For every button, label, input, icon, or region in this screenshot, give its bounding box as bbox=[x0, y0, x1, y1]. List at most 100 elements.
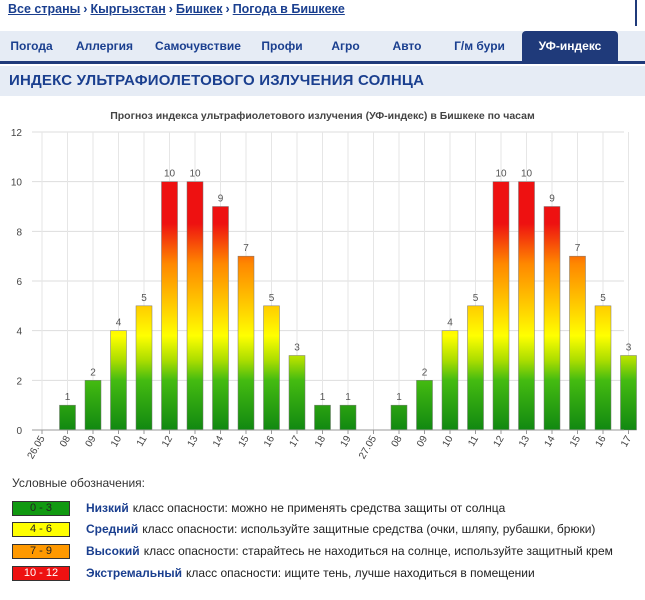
legend-level-name: Низкий bbox=[86, 501, 129, 515]
section-title: ИНДЕКС УЛЬТРАФИОЛЕТОВОГО ИЗЛУЧЕНИЯ СОЛНЦ… bbox=[0, 66, 645, 96]
x-tick-label: 10 bbox=[109, 434, 124, 450]
y-tick-label: 10 bbox=[11, 178, 23, 189]
bar-data-label: 7 bbox=[575, 243, 581, 254]
bar-data-label: 2 bbox=[422, 367, 428, 378]
tab-agro[interactable]: Агро bbox=[314, 31, 377, 61]
uv-bar bbox=[390, 404, 408, 431]
tab-weather[interactable]: Погода bbox=[0, 31, 63, 61]
breadcrumb-separator: › bbox=[83, 2, 88, 16]
breadcrumb-link-city-weather[interactable]: Погода в Бишкеке bbox=[233, 2, 345, 16]
x-tick-label: 26.05 bbox=[26, 434, 48, 462]
tab-auto[interactable]: Авто bbox=[377, 31, 437, 61]
uv-bar bbox=[84, 380, 102, 431]
y-tick-label: 12 bbox=[11, 128, 23, 139]
breadcrumb: Все страны › Кыргызстан › Бишкек › Погода в Би… bbox=[8, 2, 345, 18]
x-tick-label: 14 bbox=[543, 434, 558, 450]
uv-bar bbox=[110, 330, 127, 431]
uv-bar bbox=[135, 305, 153, 431]
x-tick-label: 16 bbox=[594, 434, 609, 450]
bar-data-label: 7 bbox=[243, 243, 249, 254]
bar-data-label: 5 bbox=[473, 293, 479, 304]
uv-bar bbox=[416, 380, 433, 431]
x-tick-label: 10 bbox=[441, 434, 456, 450]
legend-level-name: Экстремальный bbox=[86, 566, 183, 580]
uv-bar bbox=[212, 206, 229, 431]
x-tick-label: 14 bbox=[211, 434, 226, 450]
tab-uv-index[interactable]: УФ-индекс bbox=[522, 31, 618, 61]
legend-description: класс опасности: старайтесь не находитьс… bbox=[143, 544, 613, 558]
y-tick-label: 6 bbox=[16, 277, 22, 288]
legend-swatch-medium: 4 - 6 bbox=[12, 521, 70, 537]
x-tick-label: 16 bbox=[262, 434, 277, 450]
tab-bar: Погода Аллергия Самочувствие Профи Агро … bbox=[0, 31, 645, 64]
legend-swatch-low: 0 - 3 bbox=[12, 500, 70, 516]
bar-data-label: 1 bbox=[65, 392, 71, 403]
bar-data-label: 3 bbox=[294, 343, 300, 354]
x-tick-label: 11 bbox=[135, 434, 150, 449]
scroll-indicator bbox=[635, 0, 637, 26]
x-tick-label: 18 bbox=[313, 434, 328, 450]
chart-bars: 1245101097531112451010975311 bbox=[59, 169, 637, 431]
bar-data-label: 9 bbox=[549, 194, 555, 205]
y-tick-label: 0 bbox=[16, 426, 22, 437]
legend-item-medium: 4 - 6 Средний класс опасности: используй… bbox=[12, 521, 595, 537]
uv-bar bbox=[492, 181, 510, 431]
uv-bar bbox=[161, 181, 178, 431]
legend-item-low: 0 - 3 Низкий класс опасности: можно не п… bbox=[12, 500, 505, 516]
uv-bar bbox=[314, 404, 331, 431]
x-tick-label: 17 bbox=[619, 434, 634, 450]
y-tick-label: 2 bbox=[16, 376, 22, 387]
x-tick-label: 09 bbox=[415, 434, 430, 450]
breadcrumb-separator: › bbox=[168, 2, 173, 16]
bar-data-label: 5 bbox=[141, 293, 147, 304]
bar-data-label: 4 bbox=[116, 318, 122, 329]
tab-wellbeing[interactable]: Самочувствие bbox=[146, 31, 250, 61]
x-tick-label: 15 bbox=[237, 434, 252, 450]
x-tick-label: 13 bbox=[517, 434, 532, 450]
legend-description: класс опасности: используйте защитные ср… bbox=[142, 522, 596, 536]
uv-bar bbox=[288, 355, 306, 431]
y-tick-label: 4 bbox=[16, 327, 22, 338]
x-tick-label: 08 bbox=[390, 434, 405, 450]
bar-data-label: 5 bbox=[600, 293, 606, 304]
x-tick-label: 11 bbox=[466, 434, 481, 449]
y-tick-label: 8 bbox=[16, 227, 22, 238]
x-tick-label: 17 bbox=[288, 434, 303, 450]
breadcrumb-link-all-countries[interactable]: Все страны bbox=[8, 2, 80, 16]
bar-data-label: 10 bbox=[164, 169, 176, 180]
breadcrumb-link-country[interactable]: Кыргызстан bbox=[90, 2, 165, 16]
legend-swatch-high: 7 - 9 bbox=[12, 543, 70, 559]
x-tick-label: 15 bbox=[568, 434, 583, 450]
tab-profi[interactable]: Профи bbox=[250, 31, 314, 61]
uv-bar bbox=[569, 255, 586, 431]
bar-data-label: 10 bbox=[495, 169, 507, 180]
x-tick-label: 08 bbox=[58, 434, 73, 450]
legend-level-name: Высокий bbox=[86, 544, 140, 558]
x-tick-label: 19 bbox=[339, 434, 354, 450]
bar-data-label: 10 bbox=[189, 169, 201, 180]
uv-bar bbox=[339, 404, 357, 431]
uv-bar bbox=[186, 181, 204, 431]
legend-swatch-extreme: 10 - 12 bbox=[12, 565, 70, 581]
bar-data-label: 1 bbox=[345, 392, 351, 403]
tab-geomagnetic-storms[interactable]: Г/м бури bbox=[437, 31, 522, 61]
legend-item-extreme: 10 - 12 Экстремальный класс опасности: и… bbox=[12, 565, 535, 581]
bar-data-label: 1 bbox=[320, 392, 326, 403]
uv-bar bbox=[467, 305, 484, 431]
bar-data-label: 9 bbox=[218, 194, 224, 205]
breadcrumb-separator: › bbox=[225, 2, 230, 16]
tab-allergy[interactable]: Аллергия bbox=[63, 31, 146, 61]
uv-bar bbox=[441, 330, 459, 431]
x-tick-label: 09 bbox=[84, 434, 99, 450]
uv-bar bbox=[59, 404, 76, 431]
uv-index-chart: 1245101097531112451010975311 02468101226… bbox=[11, 128, 645, 462]
legend-description: класс опасности: ищите тень, лучше наход… bbox=[186, 566, 535, 580]
legend-item-high: 7 - 9 Высокий класс опасности: старайтес… bbox=[12, 543, 613, 559]
x-tick-label: 12 bbox=[160, 434, 175, 450]
bar-data-label: 5 bbox=[269, 293, 275, 304]
bar-data-label: 1 bbox=[396, 392, 402, 403]
bar-data-label: 10 bbox=[521, 169, 533, 180]
uv-bar bbox=[594, 305, 612, 431]
bar-data-label: 2 bbox=[90, 367, 96, 378]
breadcrumb-link-city[interactable]: Бишкек bbox=[176, 2, 223, 16]
